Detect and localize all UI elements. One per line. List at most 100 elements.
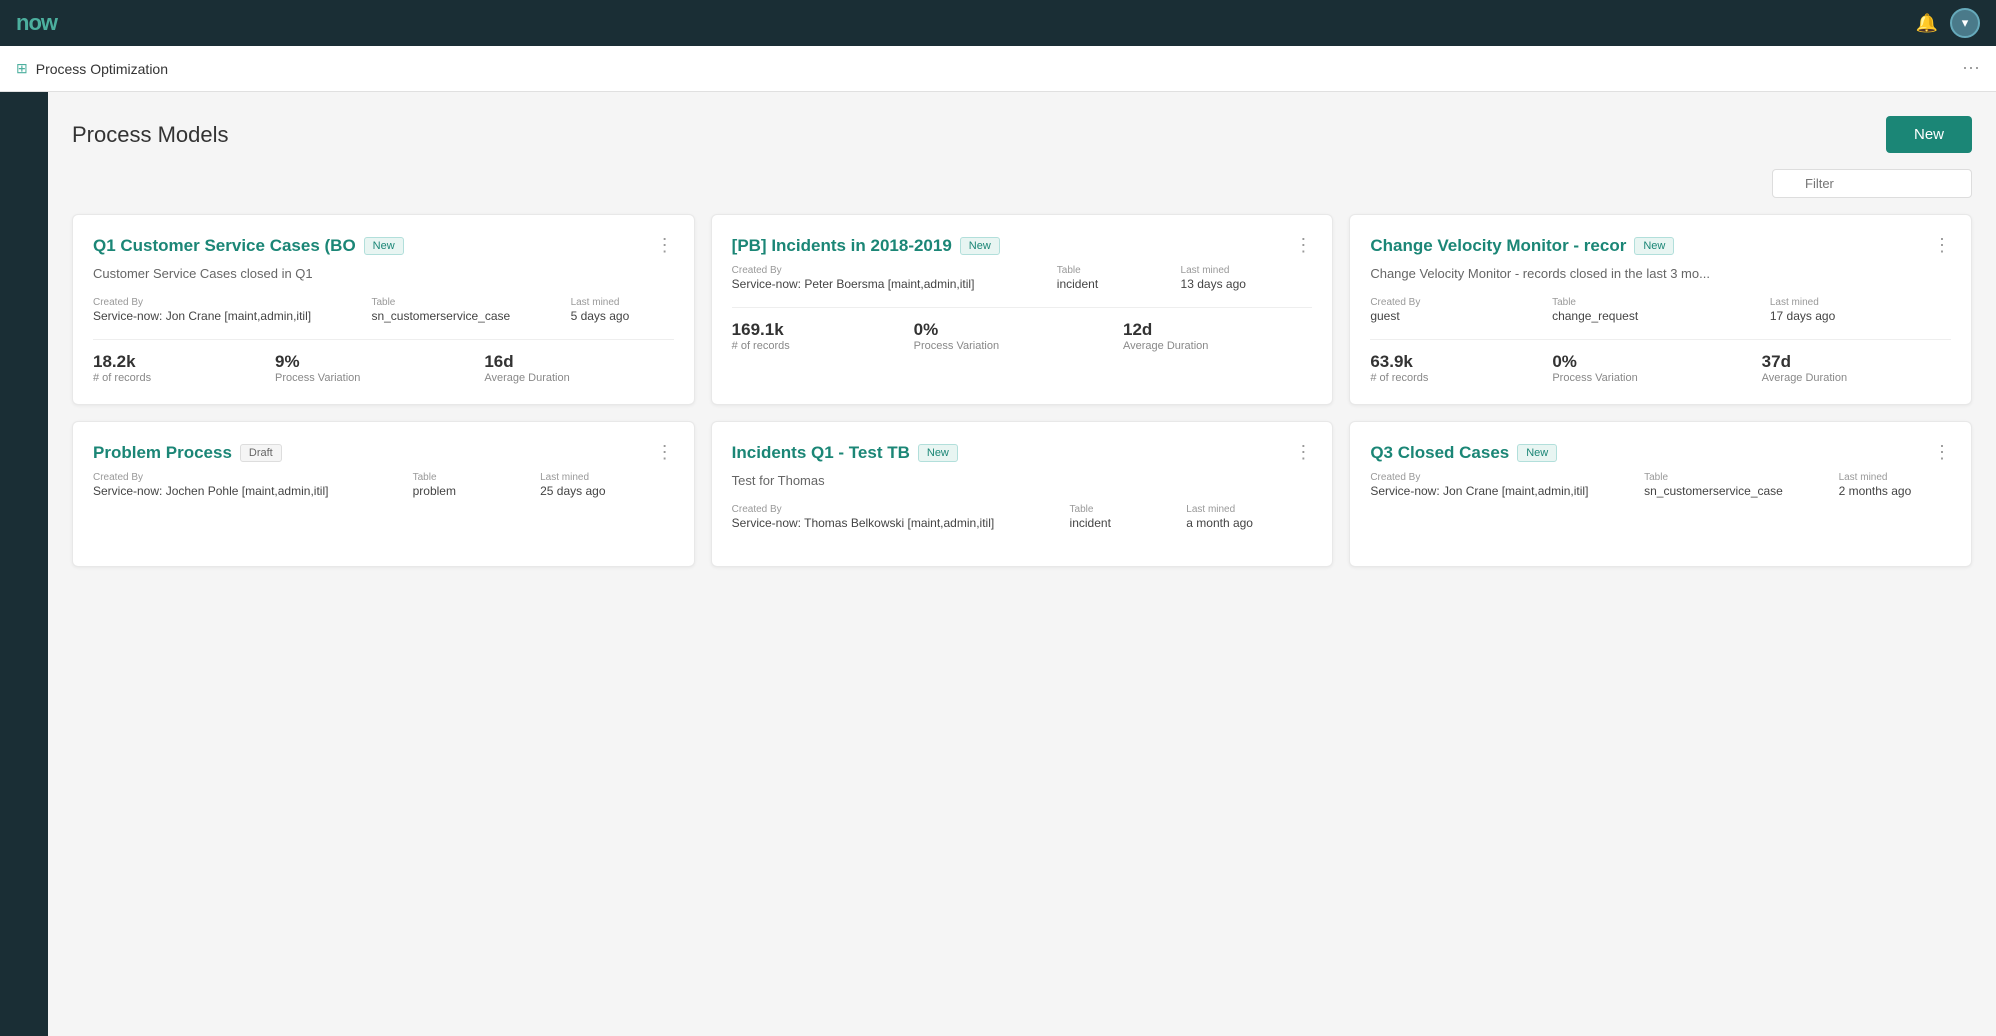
card-stats: 18.2k # of records 9% Process Variation … (93, 352, 674, 384)
logo: now (16, 10, 57, 36)
created-by-section: Created By Service-now: Jon Crane [maint… (93, 297, 355, 325)
stat-records-label: # of records (93, 372, 255, 384)
process-model-card[interactable]: Incidents Q1 - Test TB New ⋮ Test for Th… (711, 421, 1334, 567)
more-options-icon[interactable]: ⋯ (1962, 58, 1980, 79)
card-stats: 169.1k # of records 0% Process Variation… (732, 320, 1313, 352)
card-meta: Created By Service-now: Jon Crane [maint… (93, 297, 674, 325)
table-label: Table (1070, 504, 1171, 515)
created-by-section: Created By Service-now: Thomas Belkowski… (732, 504, 1054, 532)
last-mined-label: Last mined (1186, 504, 1312, 515)
user-avatar[interactable]: ▾ (1950, 8, 1980, 38)
second-nav-title: Process Optimization (36, 61, 168, 77)
created-by-section: Created By guest (1370, 297, 1536, 325)
card-menu-icon[interactable]: ⋮ (1933, 442, 1951, 463)
stat-duration: 12d Average Duration (1123, 320, 1312, 352)
stat-variation: 9% Process Variation (275, 352, 464, 384)
table-label: Table (1644, 472, 1822, 483)
table-section: Table sn_customerservice_case (1644, 472, 1822, 500)
module-icon: ⊞ (16, 60, 28, 77)
card-menu-icon[interactable]: ⋮ (1294, 235, 1312, 256)
filter-row: 🔍 (72, 169, 1972, 198)
created-by-value: Service-now: Jochen Pohle [maint,admin,i… (93, 483, 397, 500)
process-model-card[interactable]: [PB] Incidents in 2018-2019 New ⋮ Create… (711, 214, 1334, 405)
bell-icon[interactable]: 🔔 (1916, 13, 1938, 34)
stat-records: 169.1k # of records (732, 320, 894, 352)
card-title-wrap: Problem Process Draft (93, 442, 656, 464)
card-title-wrap: [PB] Incidents in 2018-2019 New (732, 235, 1295, 257)
top-nav: now 🔔 ▾ (0, 0, 1996, 46)
table-value: incident (1070, 515, 1171, 532)
card-header: Q1 Customer Service Cases (BO New ⋮ (93, 235, 674, 257)
last-mined-value: 5 days ago (571, 308, 674, 325)
card-badge: New (960, 237, 1000, 255)
table-label: Table (1552, 297, 1754, 308)
created-by-label: Created By (93, 297, 355, 308)
filter-input[interactable] (1772, 169, 1972, 198)
second-nav-left: ⊞ Process Optimization (16, 60, 168, 77)
stat-records-value: 63.9k (1370, 352, 1532, 372)
stat-duration-value: 12d (1123, 320, 1312, 340)
card-menu-icon[interactable]: ⋮ (656, 235, 674, 256)
card-title: Problem Process (93, 442, 232, 464)
created-by-value: Service-now: Thomas Belkowski [maint,adm… (732, 515, 1054, 532)
last-mined-label: Last mined (540, 472, 674, 483)
card-menu-icon[interactable]: ⋮ (1294, 442, 1312, 463)
table-section: Table sn_customerservice_case (371, 297, 554, 325)
card-title: Q3 Closed Cases (1370, 442, 1509, 464)
page-title: Process Models (72, 122, 229, 148)
card-header: Problem Process Draft ⋮ (93, 442, 674, 464)
process-model-card[interactable]: Problem Process Draft ⋮ Created By Servi… (72, 421, 695, 567)
card-title: Change Velocity Monitor - recor (1370, 235, 1626, 257)
card-description: Test for Thomas (732, 472, 1313, 490)
process-model-card[interactable]: Change Velocity Monitor - recor New ⋮ Ch… (1349, 214, 1972, 405)
stat-variation-label: Process Variation (914, 340, 1103, 352)
last-mined-section: Last mined 2 months ago (1839, 472, 1951, 500)
last-mined-section: Last mined 13 days ago (1181, 265, 1313, 293)
stat-records: 18.2k # of records (93, 352, 255, 384)
last-mined-label: Last mined (1839, 472, 1951, 483)
card-stats: 63.9k # of records 0% Process Variation … (1370, 352, 1951, 384)
left-sidebar: ☰ (0, 46, 48, 1036)
stat-records-value: 169.1k (732, 320, 894, 340)
card-menu-icon[interactable]: ⋮ (1933, 235, 1951, 256)
table-label: Table (1057, 265, 1165, 276)
stat-duration: 16d Average Duration (484, 352, 673, 384)
created-by-label: Created By (1370, 472, 1628, 483)
last-mined-section: Last mined 5 days ago (571, 297, 674, 325)
stat-duration-value: 37d (1762, 352, 1951, 372)
stat-variation-label: Process Variation (275, 372, 464, 384)
card-title-wrap: Change Velocity Monitor - recor New (1370, 235, 1933, 257)
process-model-card[interactable]: Q3 Closed Cases New ⋮ Created By Service… (1349, 421, 1972, 567)
main-content: Process Models New 🔍 Q1 Customer Service… (48, 92, 1996, 1036)
table-label: Table (413, 472, 525, 483)
stat-duration-label: Average Duration (484, 372, 673, 384)
card-title: [PB] Incidents in 2018-2019 (732, 235, 952, 257)
card-menu-icon[interactable]: ⋮ (656, 442, 674, 463)
stat-records-label: # of records (1370, 372, 1532, 384)
last-mined-value: 25 days ago (540, 483, 674, 500)
card-title-wrap: Q1 Customer Service Cases (BO New (93, 235, 656, 257)
card-header: [PB] Incidents in 2018-2019 New ⋮ (732, 235, 1313, 257)
last-mined-section: Last mined 17 days ago (1770, 297, 1951, 325)
card-badge: New (918, 444, 958, 462)
last-mined-value: 17 days ago (1770, 308, 1951, 325)
stat-duration-value: 16d (484, 352, 673, 372)
card-title: Incidents Q1 - Test TB (732, 442, 910, 464)
last-mined-label: Last mined (1181, 265, 1313, 276)
created-by-label: Created By (732, 265, 1041, 276)
new-button[interactable]: New (1886, 116, 1972, 153)
card-title-wrap: Q3 Closed Cases New (1370, 442, 1933, 464)
page-header: Process Models New (72, 116, 1972, 153)
card-meta: Created By Service-now: Jochen Pohle [ma… (93, 472, 674, 500)
stat-variation-value: 9% (275, 352, 464, 372)
card-badge: New (1634, 237, 1674, 255)
card-header: Change Velocity Monitor - recor New ⋮ (1370, 235, 1951, 257)
card-meta: Created By Service-now: Jon Crane [maint… (1370, 472, 1951, 500)
last-mined-section: Last mined 25 days ago (540, 472, 674, 500)
last-mined-value: 13 days ago (1181, 276, 1313, 293)
table-value: incident (1057, 276, 1165, 293)
process-model-card[interactable]: Q1 Customer Service Cases (BO New ⋮ Cust… (72, 214, 695, 405)
card-description: Customer Service Cases closed in Q1 (93, 265, 674, 283)
last-mined-value: 2 months ago (1839, 483, 1951, 500)
card-meta: Created By Service-now: Thomas Belkowski… (732, 504, 1313, 532)
